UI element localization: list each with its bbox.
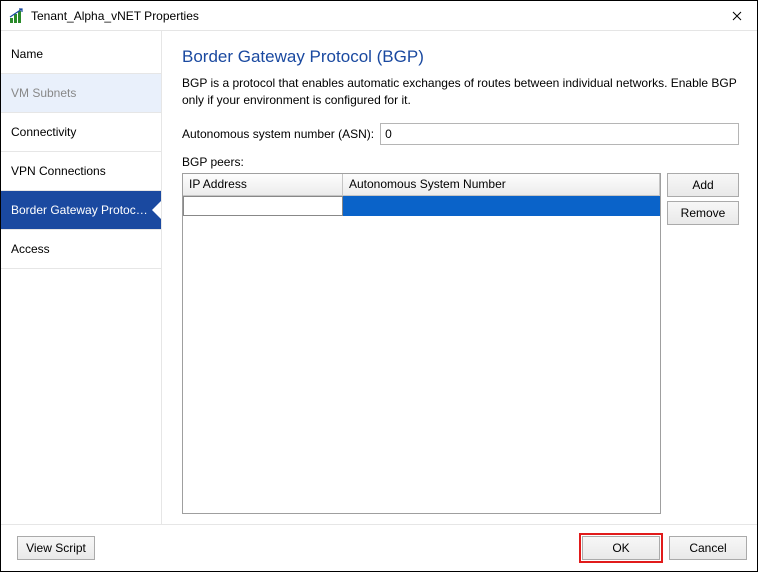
column-header-ip[interactable]: IP Address [183,174,343,195]
peers-label: BGP peers: [182,155,739,169]
peers-section: IP Address Autonomous System Number Add … [182,173,739,514]
sidebar-item-access[interactable]: Access [1,230,161,269]
ok-button[interactable]: OK [582,536,660,560]
sidebar-item-bgp[interactable]: Border Gateway Protocol... [1,191,161,230]
peer-ip-input[interactable] [183,196,343,216]
button-label: Add [692,178,713,192]
peer-asn-cell [343,196,660,216]
page-title: Border Gateway Protocol (BGP) [182,47,739,67]
sidebar-item-vpn-connections[interactable]: VPN Connections [1,152,161,191]
properties-window: Tenant_Alpha_vNET Properties Name VM Sub… [0,0,758,572]
remove-button[interactable]: Remove [667,201,739,225]
ok-highlight-box: OK [579,533,663,563]
main-panel: Border Gateway Protocol (BGP) BGP is a p… [162,31,757,524]
sidebar-item-label: VM Subnets [11,86,76,100]
button-label: Remove [681,206,726,220]
cancel-button[interactable]: Cancel [669,536,747,560]
button-label: OK [612,541,629,555]
close-button[interactable] [717,1,757,31]
peers-button-column: Add Remove [667,173,739,514]
button-label: View Script [26,541,86,555]
add-button[interactable]: Add [667,173,739,197]
button-label: Cancel [689,541,726,555]
sidebar-item-label: Access [11,242,50,256]
sidebar-item-label: VPN Connections [11,164,106,178]
asn-field-row: Autonomous system number (ASN): [182,123,739,145]
asn-label: Autonomous system number (ASN): [182,127,374,141]
table-row[interactable] [183,196,660,216]
peers-table: IP Address Autonomous System Number [182,173,661,514]
sidebar-header: Name [1,35,161,74]
dialog-body: Name VM Subnets Connectivity VPN Connect… [1,31,757,524]
sidebar-item-label: Border Gateway Protocol... [11,203,155,217]
sidebar-item-vm-subnets[interactable]: VM Subnets [1,74,161,113]
table-header: IP Address Autonomous System Number [183,174,660,196]
dialog-footer: View Script OK Cancel [1,524,757,571]
page-description: BGP is a protocol that enables automatic… [182,75,739,109]
view-script-button[interactable]: View Script [17,536,95,560]
sidebar: Name VM Subnets Connectivity VPN Connect… [1,31,162,524]
titlebar: Tenant_Alpha_vNET Properties [1,1,757,31]
asn-input[interactable] [380,123,739,145]
sidebar-item-connectivity[interactable]: Connectivity [1,113,161,152]
column-header-asn[interactable]: Autonomous System Number [343,174,660,195]
window-title: Tenant_Alpha_vNET Properties [31,9,717,23]
app-icon [9,8,25,24]
sidebar-item-label: Connectivity [11,125,76,139]
table-body [183,196,660,513]
